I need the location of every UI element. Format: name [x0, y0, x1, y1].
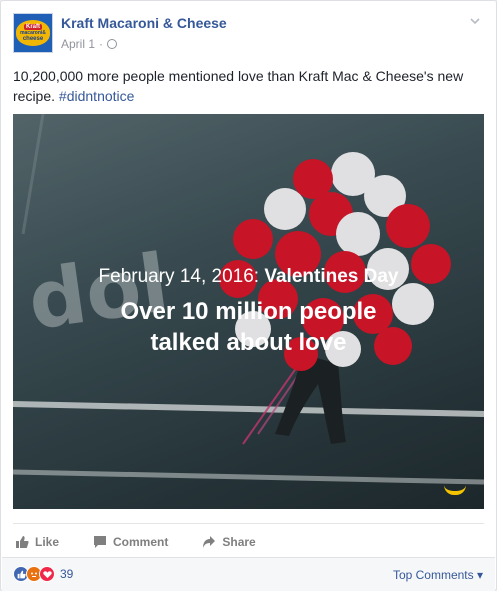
- reaction-count: 39: [60, 567, 74, 581]
- post-text: 10,200,000 more people mentioned love th…: [13, 66, 483, 106]
- reactions-bar: 39 Top Comments ▾: [2, 557, 495, 591]
- headline-line1: Over 10 million people: [120, 298, 377, 325]
- love-reaction-icon: [39, 566, 55, 582]
- share-arrow-icon: [203, 535, 216, 548]
- meta-separator: ·: [99, 37, 104, 51]
- share-button[interactable]: Share: [202, 534, 256, 549]
- page-name-link[interactable]: Kraft Macaroni & Cheese: [61, 15, 227, 31]
- kraft-logo: Kraft macaroni& cheese: [16, 20, 50, 46]
- like-button[interactable]: Like: [15, 535, 59, 549]
- like-label: Like: [35, 534, 60, 549]
- share-label: Share: [222, 534, 256, 549]
- page-avatar[interactable]: Kraft macaroni& cheese: [13, 13, 53, 53]
- thumbs-up-icon: [16, 535, 29, 548]
- image-date: February 14, 2016:: [98, 266, 260, 287]
- comment-button[interactable]: Comment: [93, 535, 168, 549]
- top-comments-dropdown[interactable]: Top Comments ▾: [393, 568, 483, 582]
- chevron-down-icon[interactable]: [468, 15, 482, 29]
- post-meta: April 1 ·: [61, 37, 118, 51]
- image-date-caption: February 14, 2016: Valentines Day: [13, 266, 484, 288]
- post-image[interactable]: dol February 14, 2016: Valentines Day Ov…: [13, 114, 484, 509]
- logo-line2: cheese: [22, 36, 44, 42]
- image-headline: Over 10 million people talked about love: [13, 296, 484, 358]
- post-actions: Like Comment Share: [13, 523, 484, 553]
- comment-icon: [94, 535, 107, 548]
- hashtag-link[interactable]: #didntnotice: [59, 88, 135, 104]
- comment-label: Comment: [113, 534, 169, 549]
- post-date[interactable]: April 1: [61, 37, 95, 51]
- reaction-summary[interactable]: 39: [13, 566, 73, 582]
- image-event: Valentines Day: [264, 266, 399, 287]
- globe-icon: [107, 39, 118, 49]
- post-header: Kraft macaroni& cheese Kraft Macaroni & …: [13, 13, 484, 57]
- facebook-post: Kraft macaroni& cheese Kraft Macaroni & …: [0, 0, 497, 591]
- headline-line2: talked about love: [150, 329, 347, 356]
